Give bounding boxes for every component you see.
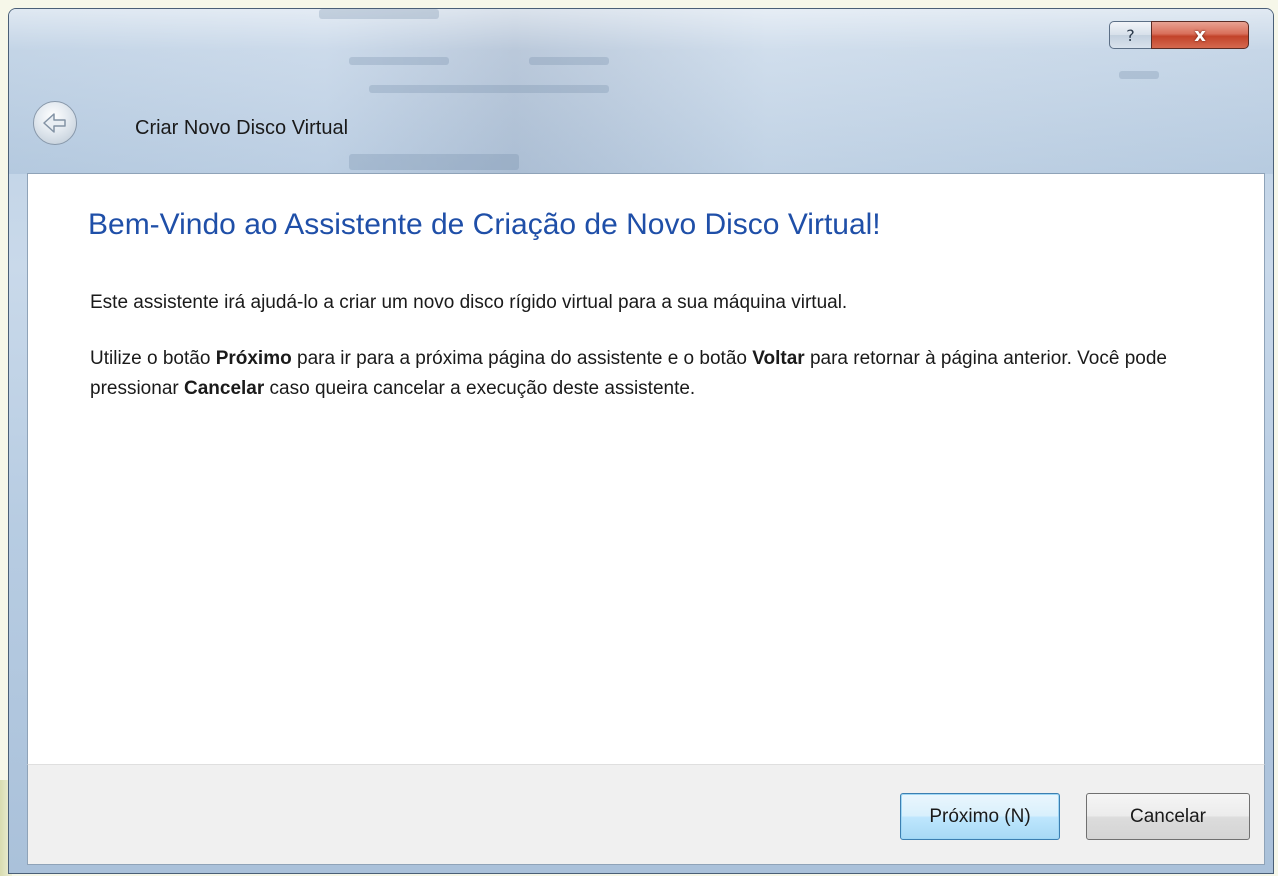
background-blur <box>349 154 519 170</box>
back-keyword: Voltar <box>752 348 805 369</box>
next-button[interactable]: Próximo (N) <box>900 793 1060 840</box>
instructions-paragraph: Utilize o botão Próximo para ir para a p… <box>90 344 1240 404</box>
background-blur <box>1119 71 1159 79</box>
wizard-dialog: ? x Criar Novo Disco Virtual Bem-Vindo a… <box>8 8 1274 874</box>
wizard-page: Bem-Vindo ao Assistente de Criação de No… <box>27 173 1265 764</box>
close-button[interactable]: x <box>1151 21 1249 49</box>
background-blur <box>369 85 609 93</box>
title-bar[interactable]: ? x Criar Novo Disco Virtual <box>9 9 1273 174</box>
button-bar: Próximo (N) Cancelar <box>27 764 1265 865</box>
close-icon: x <box>1194 24 1206 46</box>
background-blur <box>529 57 609 65</box>
page-heading: Bem-Vindo ao Assistente de Criação de No… <box>88 208 881 241</box>
next-keyword: Próximo <box>215 348 292 369</box>
background-blur <box>349 57 449 65</box>
question-mark-icon: ? <box>1126 25 1135 45</box>
back-arrow-icon <box>43 113 66 133</box>
cancel-keyword: Cancelar <box>184 378 265 399</box>
help-button[interactable]: ? <box>1109 21 1151 49</box>
instructions-text: caso queira cancelar a execução deste as… <box>264 378 696 399</box>
cancel-button[interactable]: Cancelar <box>1086 793 1250 840</box>
background-blur <box>319 9 439 19</box>
back-button[interactable] <box>33 101 77 145</box>
instructions-text: Utilize o botão <box>90 348 216 369</box>
instructions-text: para ir para a próxima página do assiste… <box>291 348 753 369</box>
intro-paragraph: Este assistente irá ajudá-lo a criar um … <box>90 292 848 313</box>
window-title: Criar Novo Disco Virtual <box>135 117 349 139</box>
